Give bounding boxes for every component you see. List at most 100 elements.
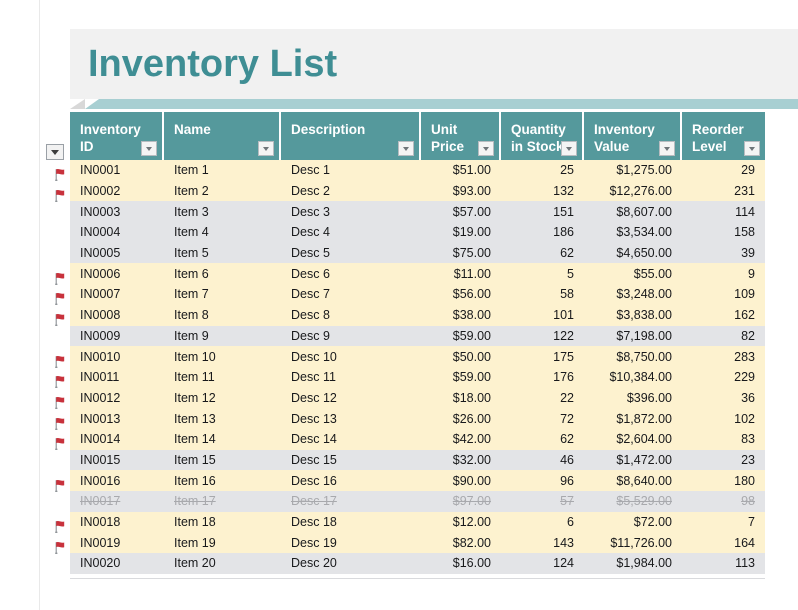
column-header-4[interactable]: Quantity in Stock [501,112,584,160]
table-row[interactable]: IN0009 Item 9 Desc 9 $59.00 122 $7,198.00 82 [70,325,765,347]
cell-id[interactable]: IN0018 [70,511,164,533]
cell-qty[interactable]: 5 [501,263,584,285]
cell-unit_price[interactable]: $11.00 [421,263,501,285]
table-row[interactable]: IN0007 Item 7 Desc 7 $56.00 58 $3,248.00 109 [70,284,765,305]
cell-name[interactable]: Item 15 [164,449,281,471]
cell-value[interactable]: $1,872.00 [584,408,682,429]
cell-id[interactable]: IN0003 [70,201,164,223]
cell-name[interactable]: Item 6 [164,263,281,285]
cell-unit_price[interactable]: $42.00 [421,428,501,450]
cell-unit_price[interactable]: $59.00 [421,325,501,347]
cell-id[interactable]: IN0011 [70,366,164,388]
cell-value[interactable]: $11,726.00 [584,532,682,554]
cell-reorder[interactable]: 83 [682,428,765,450]
cell-reorder[interactable]: 29 [682,160,765,181]
cell-reorder[interactable]: 231 [682,180,765,202]
table-row[interactable]: IN0017 Item 17 Desc 17 $97.00 57 $5,529.00 98 [70,491,765,512]
cell-reorder[interactable]: 283 [682,346,765,367]
cell-qty[interactable]: 122 [501,325,584,347]
cell-reorder[interactable]: 109 [682,284,765,305]
cell-reorder[interactable]: 162 [682,304,765,326]
column-header-1[interactable]: Name [164,112,281,160]
table-row[interactable]: IN0019 Item 19 Desc 19 $82.00 143 $11,726.00 1… [70,532,765,554]
cell-qty[interactable]: 62 [501,428,584,450]
cell-qty[interactable]: 57 [501,491,584,512]
column-filter-button-6[interactable] [744,141,760,156]
cell-value[interactable]: $8,750.00 [584,346,682,367]
cell-reorder[interactable]: 23 [682,449,765,471]
cell-id[interactable]: IN0014 [70,428,164,450]
cell-name[interactable]: Item 13 [164,408,281,429]
cell-qty[interactable]: 96 [501,470,584,491]
table-row[interactable]: IN0016 Item 16 Desc 16 $90.00 96 $8,640.00 180 [70,470,765,491]
cell-qty[interactable]: 132 [501,180,584,202]
cell-desc[interactable]: Desc 14 [281,428,421,450]
cell-qty[interactable]: 72 [501,408,584,429]
column-filter-button-4[interactable] [561,141,577,156]
cell-id[interactable]: IN0006 [70,263,164,285]
cell-desc[interactable]: Desc 9 [281,325,421,347]
cell-desc[interactable]: Desc 7 [281,284,421,305]
cell-desc[interactable]: Desc 15 [281,449,421,471]
cell-name[interactable]: Item 10 [164,346,281,367]
cell-reorder[interactable]: 39 [682,242,765,264]
cell-reorder[interactable]: 102 [682,408,765,429]
cell-id[interactable]: IN0017 [70,491,164,512]
cell-unit_price[interactable]: $56.00 [421,284,501,305]
cell-unit_price[interactable]: $51.00 [421,160,501,181]
cell-unit_price[interactable]: $16.00 [421,553,501,574]
cell-reorder[interactable]: 114 [682,201,765,223]
table-row[interactable]: IN0015 Item 15 Desc 15 $32.00 46 $1,472.00 23 [70,449,765,471]
cell-reorder[interactable]: 158 [682,222,765,243]
cell-desc[interactable]: Desc 12 [281,387,421,409]
cell-id[interactable]: IN0009 [70,325,164,347]
cell-name[interactable]: Item 11 [164,366,281,388]
cell-unit_price[interactable]: $90.00 [421,470,501,491]
column-header-6[interactable]: Reorder Level [682,112,765,160]
cell-unit_price[interactable]: $32.00 [421,449,501,471]
cell-unit_price[interactable]: $19.00 [421,222,501,243]
cell-value[interactable]: $3,838.00 [584,304,682,326]
cell-value[interactable]: $1,984.00 [584,553,682,574]
cell-value[interactable]: $3,248.00 [584,284,682,305]
cell-id[interactable]: IN0001 [70,160,164,181]
cell-name[interactable]: Item 2 [164,180,281,202]
cell-name[interactable]: Item 1 [164,160,281,181]
cell-desc[interactable]: Desc 5 [281,242,421,264]
column-filter-button-3[interactable] [478,141,494,156]
column-filter-button-5[interactable] [659,141,675,156]
cell-value[interactable]: $55.00 [584,263,682,285]
cell-value[interactable]: $12,276.00 [584,180,682,202]
cell-id[interactable]: IN0004 [70,222,164,243]
cell-name[interactable]: Item 16 [164,470,281,491]
cell-value[interactable]: $1,472.00 [584,449,682,471]
cell-qty[interactable]: 151 [501,201,584,223]
table-row[interactable]: IN0011 Item 11 Desc 11 $59.00 176 $10,384.00 2… [70,366,765,388]
cell-desc[interactable]: Desc 11 [281,366,421,388]
cell-unit_price[interactable]: $97.00 [421,491,501,512]
cell-reorder[interactable]: 180 [682,470,765,491]
cell-desc[interactable]: Desc 17 [281,491,421,512]
column-filter-button-1[interactable] [258,141,274,156]
table-row[interactable]: IN0003 Item 3 Desc 3 $57.00 151 $8,607.00 114 [70,201,765,223]
cell-qty[interactable]: 101 [501,304,584,326]
table-row[interactable]: IN0001 Item 1 Desc 1 $51.00 25 $1,275.00 29 [70,160,765,181]
cell-value[interactable]: $72.00 [584,511,682,533]
cell-value[interactable]: $4,650.00 [584,242,682,264]
cell-qty[interactable]: 46 [501,449,584,471]
cell-desc[interactable]: Desc 18 [281,511,421,533]
cell-unit_price[interactable]: $59.00 [421,366,501,388]
cell-desc[interactable]: Desc 6 [281,263,421,285]
cell-qty[interactable]: 124 [501,553,584,574]
cell-value[interactable]: $396.00 [584,387,682,409]
cell-unit_price[interactable]: $57.00 [421,201,501,223]
cell-value[interactable]: $5,529.00 [584,491,682,512]
cell-desc[interactable]: Desc 16 [281,470,421,491]
cell-name[interactable]: Item 12 [164,387,281,409]
cell-value[interactable]: $7,198.00 [584,325,682,347]
cell-id[interactable]: IN0005 [70,242,164,264]
cell-name[interactable]: Item 14 [164,428,281,450]
cell-name[interactable]: Item 7 [164,284,281,305]
column-header-0[interactable]: Inventory ID [70,112,164,160]
column-filter-button-2[interactable] [398,141,414,156]
